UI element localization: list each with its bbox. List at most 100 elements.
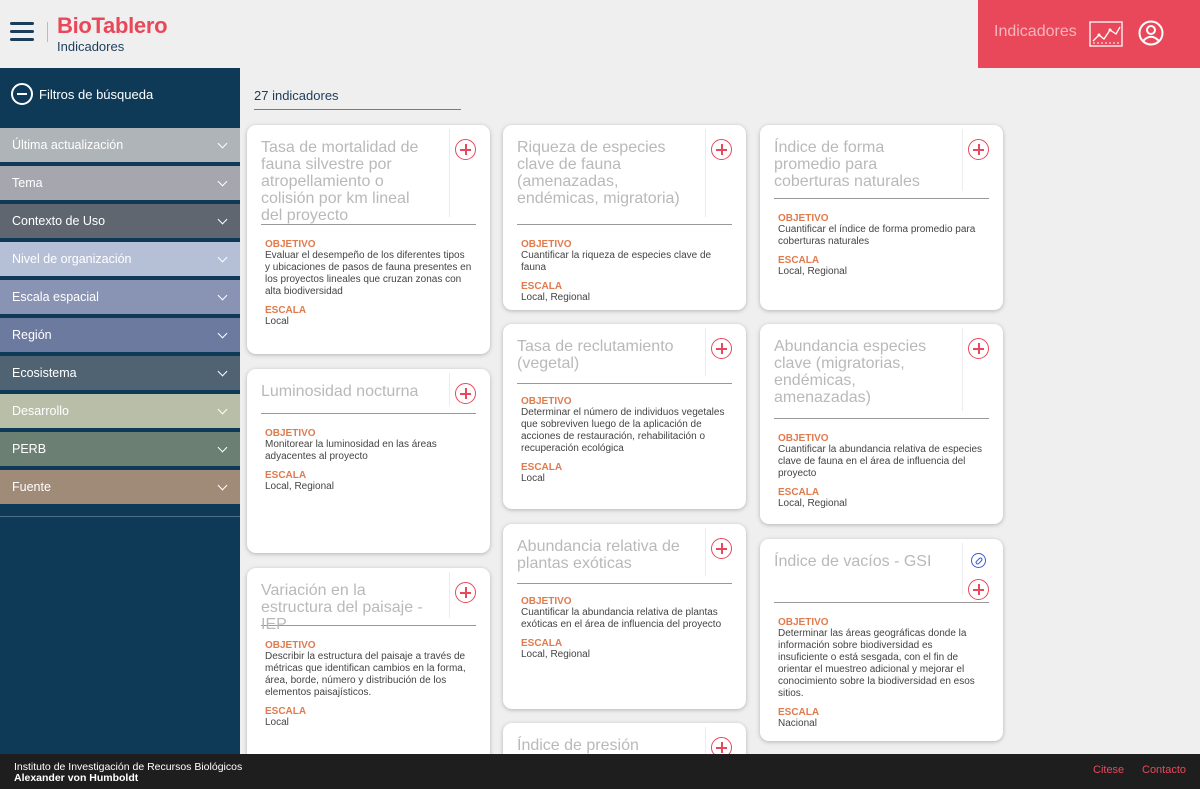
institute-name: Instituto de Investigación de Recursos B…	[14, 762, 242, 784]
contact-link[interactable]: Contacto	[1142, 764, 1186, 776]
cite-link[interactable]: Citese	[1093, 764, 1124, 776]
filter-item[interactable]: Contexto de Uso	[0, 204, 240, 238]
filter-label: Contexto de Uso	[12, 214, 106, 228]
card-title: Riqueza de especies clave de fauna (amen…	[517, 139, 680, 207]
indicator-card[interactable]: Tasa de mortalidad de fauna silvestre po…	[247, 125, 490, 354]
brand-name[interactable]: BioTablero	[57, 13, 168, 39]
filter-item[interactable]: Fuente	[0, 470, 240, 504]
card-title: Luminosidad nocturna	[261, 383, 419, 400]
chevron-down-icon	[217, 214, 228, 224]
card-title: Abundancia especies clave (migratorias, …	[774, 338, 927, 406]
filter-item[interactable]: Última actualización	[0, 128, 240, 162]
card-title: Índice de vacíos - GSI	[774, 553, 932, 570]
chevron-down-icon	[217, 480, 228, 490]
card-divider	[962, 129, 963, 191]
scale-text: Local, Regional	[521, 292, 590, 303]
card-title: Tasa de reclutamiento (vegetal)	[517, 338, 674, 372]
add-indicator-button[interactable]	[455, 383, 476, 404]
scale-label: ESCALA	[265, 305, 307, 316]
card-divider	[449, 572, 450, 618]
link-icon[interactable]	[971, 553, 986, 568]
add-indicator-button[interactable]	[455, 139, 476, 160]
indicator-card[interactable]: Abundancia especies clave (migratorias, …	[760, 324, 1003, 524]
filter-item[interactable]: Tema	[0, 166, 240, 200]
user-icon[interactable]	[1138, 20, 1164, 46]
section-header: Indicadores	[978, 0, 1200, 68]
filter-item[interactable]: Desarrollo	[0, 394, 240, 428]
card-divider	[962, 328, 963, 411]
add-indicator-button[interactable]	[711, 139, 732, 160]
filter-label: Última actualización	[12, 138, 124, 152]
add-indicator-button[interactable]	[968, 139, 989, 160]
filter-label: Escala espacial	[12, 290, 99, 304]
objective-label: OBJETIVO	[778, 213, 829, 224]
indicator-card[interactable]: Índice de vacíos - GSI OBJETIVO Determinar…	[760, 539, 1003, 741]
card-title: Tasa de mortalidad de fauna silvestre po…	[261, 139, 419, 224]
card-body: OBJETIVO Determinar las áreas geográficas…	[760, 603, 1003, 730]
filter-label: Desarrollo	[12, 404, 69, 418]
card-header: Tasa de mortalidad de fauna silvestre po…	[261, 125, 476, 225]
add-indicator-button[interactable]	[455, 582, 476, 603]
indicator-card[interactable]: Índice de presión	[503, 723, 746, 754]
filter-item[interactable]: Nivel de organización	[0, 242, 240, 276]
objective-text: Evaluar el desempeño de los diferentes t…	[265, 250, 472, 297]
indicator-card[interactable]: Índice de forma promedio para coberturas…	[760, 125, 1003, 310]
indicator-card[interactable]: Abundancia relativa de plantas exóticas O…	[503, 524, 746, 709]
section-label: Indicadores	[994, 23, 1077, 40]
indicator-card[interactable]: Riqueza de especies clave de fauna (amen…	[503, 125, 746, 310]
add-indicator-button[interactable]	[968, 338, 989, 359]
indicator-card[interactable]: Tasa de reclutamiento (vegetal) OBJETIVO D…	[503, 324, 746, 509]
filter-item[interactable]: Región	[0, 318, 240, 352]
objective-label: OBJETIVO	[265, 239, 316, 250]
scale-text: Local	[265, 316, 289, 327]
objective-text: Monitorear la luminosidad en las áreas a…	[265, 439, 437, 462]
filter-item[interactable]: Escala espacial	[0, 280, 240, 314]
scale-text: Nacional	[778, 718, 817, 729]
card-header: Riqueza de especies clave de fauna (amen…	[517, 125, 732, 225]
chevron-down-icon	[217, 176, 228, 186]
objective-text: Describir la estructura del paisaje a tr…	[265, 651, 466, 698]
card-body: OBJETIVO Describir la estructura del pais…	[247, 626, 490, 729]
card-header: Tasa de reclutamiento (vegetal)	[517, 324, 732, 384]
card-divider	[705, 129, 706, 217]
scale-label: ESCALA	[521, 281, 563, 292]
page-subtitle: Indicadores	[57, 39, 125, 54]
app-footer: Instituto de Investigación de Recursos B…	[0, 754, 1200, 789]
card-header: Índice de presión	[517, 723, 732, 754]
collapse-icon	[11, 83, 33, 105]
card-title: Índice de forma promedio para coberturas…	[774, 139, 920, 190]
filters-toggle[interactable]: Filtros de búsqueda	[11, 82, 153, 106]
objective-text: Cuantificar la abundancia relativa de es…	[778, 444, 983, 479]
card-header: Abundancia relativa de plantas exóticas	[517, 524, 732, 584]
scale-label: ESCALA	[265, 706, 307, 717]
filter-label: Región	[12, 328, 52, 342]
add-indicator-button[interactable]	[711, 737, 732, 754]
chevron-down-icon	[217, 290, 228, 300]
menu-icon[interactable]	[10, 22, 34, 42]
filter-item[interactable]: Ecosistema	[0, 356, 240, 390]
add-indicator-button[interactable]	[968, 579, 989, 600]
card-body: OBJETIVO Cuantificar la abundancia relati…	[503, 584, 746, 661]
add-indicator-button[interactable]	[711, 338, 732, 359]
filters-sidebar: Filtros de búsqueda Última actualización…	[0, 68, 240, 754]
chart-icon[interactable]	[1089, 21, 1123, 47]
add-indicator-button[interactable]	[711, 538, 732, 559]
indicator-card[interactable]: Luminosidad nocturna OBJETIVO Monitorear l…	[247, 369, 490, 553]
chevron-down-icon	[217, 328, 228, 338]
filter-label: Tema	[12, 176, 43, 190]
objective-text: Cuantificar la abundancia relativa de pl…	[521, 607, 722, 630]
card-header: Variación en la estructura del paisaje -…	[261, 568, 476, 633]
filters-title: Filtros de búsqueda	[39, 86, 154, 102]
brand-separator	[47, 22, 48, 42]
chevron-down-icon	[217, 252, 228, 262]
scale-text: Local, Regional	[778, 266, 847, 277]
objective-text: Determinar las áreas geográficas donde l…	[778, 628, 975, 699]
objective-text: Determinar el número de individuos veget…	[521, 407, 725, 454]
card-title: Abundancia relativa de plantas exóticas	[517, 538, 680, 572]
filter-list: Última actualización Tema Contexto de Uso N…	[0, 128, 240, 508]
scale-text: Local, Regional	[778, 498, 847, 509]
card-header: Índice de vacíos - GSI	[774, 539, 989, 603]
chevron-down-icon	[217, 138, 228, 148]
filter-item[interactable]: PERB	[0, 432, 240, 466]
indicator-card[interactable]: Variación en la estructura del paisaje -…	[247, 568, 490, 754]
